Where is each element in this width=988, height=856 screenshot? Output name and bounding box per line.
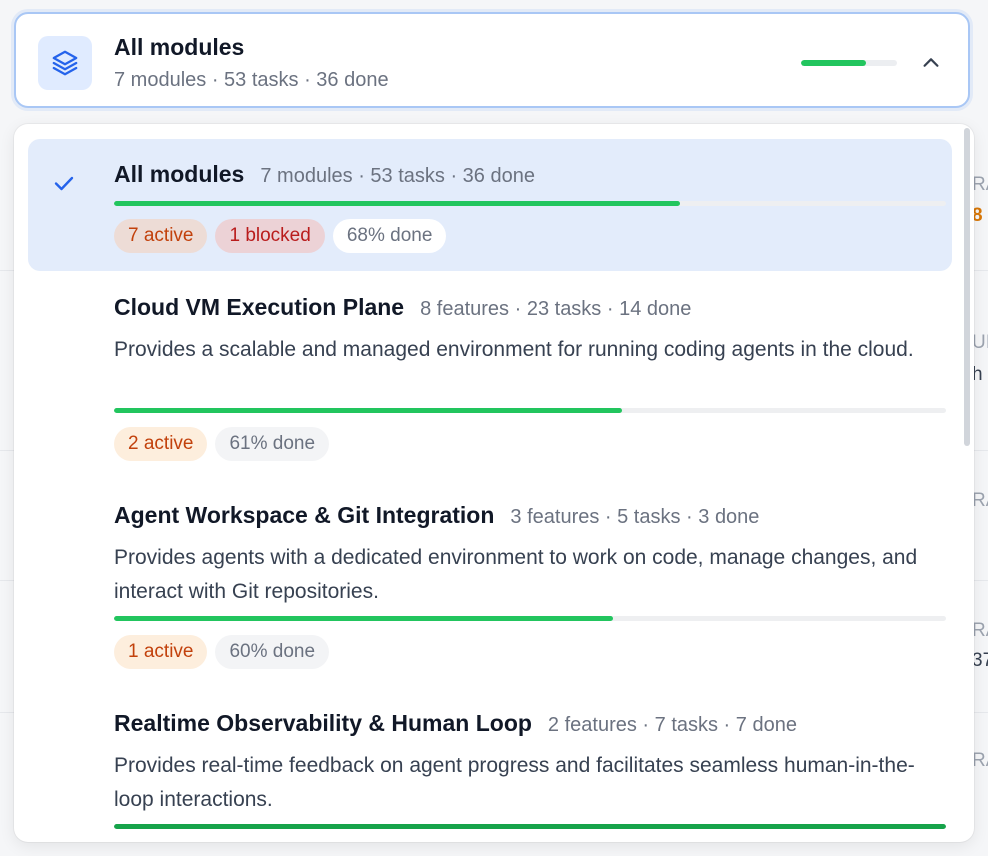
option-meta: 8 features · 23 tasks · 14 done: [420, 298, 692, 320]
option-title: All modules: [114, 161, 245, 187]
background-text: RA: [972, 620, 988, 641]
blocked-badge: 1 blocked: [215, 219, 325, 253]
background-text: UI: [972, 332, 988, 353]
option-all-modules[interactable]: All modules 7 modules · 53 tasks · 36 don…: [28, 139, 952, 271]
progress-fill: [114, 201, 680, 206]
scrollbar[interactable]: [964, 128, 970, 446]
layers-icon: [38, 36, 92, 90]
option-progress-bar: [114, 201, 946, 206]
module-selector[interactable]: All modules 7 modules · 53 tasks · 36 do…: [14, 12, 970, 108]
option-progress-bar: [114, 408, 946, 413]
selector-title: All modules: [114, 34, 245, 60]
active-badge: 7 active: [114, 219, 208, 253]
option-title: Agent Workspace & Git Integration: [114, 502, 495, 528]
option-badges: 1 active 60% done: [114, 635, 330, 669]
option-description: Provides real-time feedback on agent pro…: [114, 754, 915, 811]
progress-fill: [114, 616, 614, 621]
done-badge: 60% done: [215, 635, 330, 669]
selector-meta: 7 modules · 53 tasks · 36 done: [114, 69, 389, 91]
option-header: All modules 7 modules · 53 tasks · 36 don…: [114, 161, 535, 188]
selector-progress-bar: [801, 60, 897, 66]
background-text: RA: [972, 490, 988, 511]
option-description: Provides a scalable and managed environm…: [114, 338, 914, 361]
background-text: RA: [972, 174, 988, 195]
option-meta: 2 features · 7 tasks · 7 done: [547, 714, 797, 736]
option-title: Cloud VM Execution Plane: [114, 294, 405, 320]
background-text: RA: [972, 750, 988, 771]
option-header: Realtime Observability & Human Loop 2 fea…: [114, 710, 797, 737]
option-badges: 7 active 1 blocked 68% done: [114, 219, 447, 253]
module-dropdown-list[interactable]: All modules 7 modules · 53 tasks · 36 don…: [14, 124, 974, 842]
option-badges: 2 active 61% done: [114, 427, 330, 461]
option-realtime-observability-human-loop[interactable]: Realtime Observability & Human Loop 2 fea…: [28, 690, 952, 842]
option-header: Agent Workspace & Git Integration 3 featu…: [114, 502, 759, 529]
option-progress-bar: [114, 824, 946, 829]
active-badge: 1 active: [114, 635, 208, 669]
progress-fill: [801, 60, 867, 66]
option-description: Provides agents with a dedicated environ…: [114, 546, 918, 603]
option-header: Cloud VM Execution Plane 8 features · 23 …: [114, 294, 691, 321]
option-title: Realtime Observability & Human Loop: [114, 710, 532, 736]
option-meta: 3 features · 5 tasks · 3 done: [510, 506, 760, 528]
progress-fill: [114, 824, 946, 829]
option-cloud-vm-execution-plane[interactable]: Cloud VM Execution Plane 8 features · 23 …: [28, 274, 952, 474]
checkmark-icon: [52, 171, 76, 195]
done-badge: 61% done: [215, 427, 330, 461]
done-badge: 68% done: [332, 219, 447, 253]
option-meta: 7 modules · 53 tasks · 36 done: [260, 165, 535, 187]
option-agent-workspace-git-integration[interactable]: Agent Workspace & Git Integration 3 featu…: [28, 482, 952, 682]
background-text: 37: [972, 650, 988, 671]
option-progress-bar: [114, 616, 946, 621]
progress-fill: [114, 408, 622, 413]
chevron-up-icon[interactable]: [918, 50, 944, 76]
active-badge: 2 active: [114, 427, 208, 461]
